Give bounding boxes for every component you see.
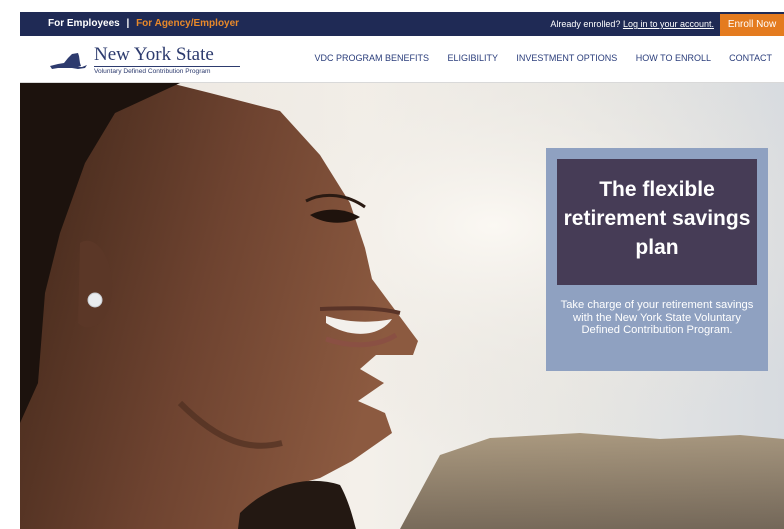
nav-item-vdc-program-benefits[interactable]: VDC PROGRAM BENEFITS — [315, 53, 430, 63]
browser-viewport: For Employees | For Agency/Employer Alre… — [20, 12, 784, 529]
nav-item-how-to-enroll[interactable]: HOW TO ENROLL — [636, 53, 711, 63]
logo-divider — [94, 66, 240, 67]
login-link[interactable]: Log in to your account. — [623, 19, 714, 29]
for-employees-link[interactable]: For Employees — [48, 18, 120, 29]
enroll-now-button[interactable]: Enroll Now — [720, 14, 784, 36]
nav-item-eligibility[interactable]: ELIGIBILITY — [448, 53, 498, 63]
left-gutter — [0, 0, 20, 529]
hero-body-text: Take charge of your retirement savings w… — [560, 299, 754, 336]
already-enrolled-label: Already enrolled? — [550, 19, 621, 29]
logo-title: New York State — [94, 44, 214, 65]
primary-menu: VDC PROGRAM BENEFITS ELIGIBILITY INVESTM… — [299, 53, 773, 63]
nav-item-investment-options[interactable]: INVESTMENT OPTIONS — [516, 53, 617, 63]
audience-links: For Employees | For Agency/Employer — [48, 18, 239, 29]
site-logo[interactable]: New York State Voluntary Defined Contrib… — [48, 44, 240, 76]
nav-item-contact[interactable]: CONTACT — [729, 53, 772, 63]
link-separator: | — [126, 18, 130, 29]
hero-callout-panel: The flexible retirement savings plan Tak… — [546, 148, 768, 371]
logo-subtitle: Voluntary Defined Contribution Program — [94, 68, 211, 75]
already-enrolled-text: Already enrolled? Log in to your account… — [550, 19, 714, 29]
new-york-state-map-icon — [50, 53, 87, 69]
utility-bar: For Employees | For Agency/Employer Alre… — [20, 12, 784, 36]
hero-headline: The flexible retirement savings plan — [563, 178, 751, 259]
hero-banner: The flexible retirement savings plan Tak… — [20, 83, 784, 529]
main-navbar: New York State Voluntary Defined Contrib… — [20, 36, 784, 83]
for-agency-link[interactable]: For Agency/Employer — [136, 18, 239, 29]
headline-box: The flexible retirement savings plan — [557, 159, 757, 285]
